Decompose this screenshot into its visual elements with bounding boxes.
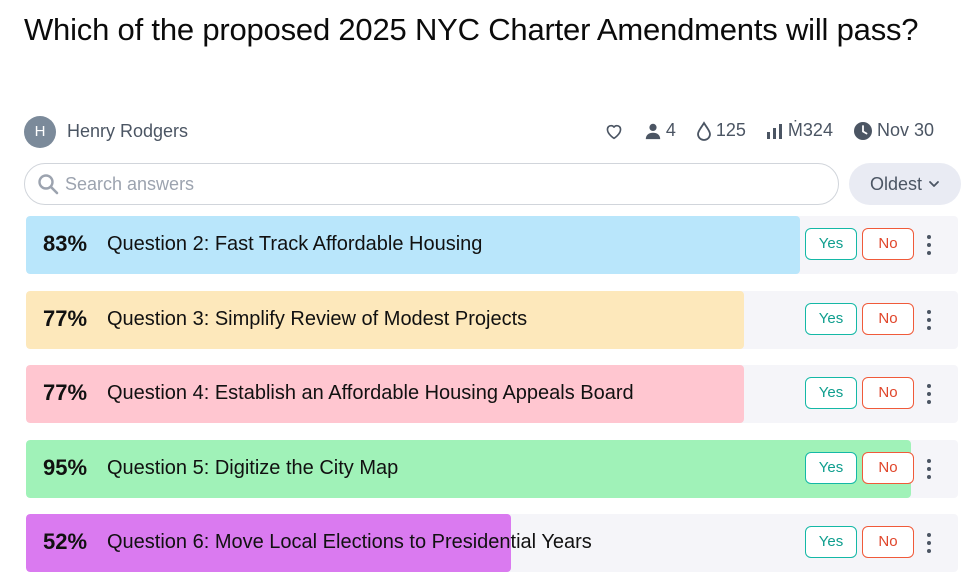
market-stats: 4 125 Ṁ324 Nov 30 <box>584 120 934 141</box>
answer-probability: 77% <box>43 305 88 331</box>
close-date-stat: Nov 30 <box>853 120 934 141</box>
answer-probability: 52% <box>43 529 88 554</box>
answer-row[interactable]: 52% Question 6: Move Local Elections to P… <box>26 514 958 572</box>
market-title: Which of the proposed 2025 NYC Charter A… <box>24 12 919 47</box>
market-meta-row: H Henry Rodgers 4 125 Ṁ324 Nov 30 <box>24 116 954 148</box>
user-icon <box>645 123 661 139</box>
bar-chart-icon <box>766 123 782 139</box>
answer-row[interactable]: 83% Question 2: Fast Track Affordable Hou… <box>26 216 958 274</box>
no-button[interactable]: No <box>862 302 914 335</box>
no-button[interactable]: No <box>862 228 914 260</box>
search-bar[interactable] <box>24 163 839 205</box>
search-input[interactable] <box>65 166 838 202</box>
more-options-icon[interactable] <box>920 531 938 555</box>
clock-icon <box>853 121 872 140</box>
answer-text: Question 5: Digitize the City Map <box>107 456 399 479</box>
yes-button[interactable]: Yes <box>805 526 857 558</box>
chevron-down-icon <box>929 181 939 187</box>
liquidity-value: 125 <box>715 120 746 140</box>
volume-stat: Ṁ324 <box>766 120 833 141</box>
yes-button[interactable]: Yes <box>805 302 857 335</box>
answer-text: Question 4: Establish an Affordable Hous… <box>107 382 634 404</box>
avatar[interactable]: H <box>24 116 56 148</box>
answer-row[interactable]: 77% Question 3: Simplify Review of Modest… <box>26 290 958 349</box>
answer-probability: 83% <box>43 231 88 256</box>
answer-probability: 77% <box>43 380 88 405</box>
no-button[interactable]: No <box>862 451 914 484</box>
more-options-icon[interactable] <box>920 382 938 406</box>
no-button[interactable]: No <box>862 377 914 409</box>
author-name[interactable]: Henry Rodgers <box>67 121 188 142</box>
answer-text: Question 2: Fast Track Affordable Housin… <box>107 233 483 255</box>
traders-count: 4 <box>665 120 676 140</box>
droplet-icon <box>696 120 711 141</box>
answer-text: Question 6: Move Local Elections to Pres… <box>107 531 592 553</box>
no-button[interactable]: No <box>862 526 914 558</box>
answer-text: Question 3: Simplify Review of Modest Pr… <box>107 307 528 330</box>
sort-label: Oldest <box>869 173 923 194</box>
search-icon <box>38 174 59 195</box>
more-options-icon[interactable] <box>920 308 938 332</box>
heart-icon <box>606 124 622 139</box>
yes-button[interactable]: Yes <box>805 451 857 484</box>
like-button[interactable] <box>604 122 624 140</box>
more-options-icon[interactable] <box>920 457 938 481</box>
traders-stat: 4 <box>644 120 676 141</box>
answer-probability: 95% <box>43 454 88 480</box>
sort-dropdown[interactable]: Oldest <box>849 163 961 205</box>
yes-button[interactable]: Yes <box>805 228 857 260</box>
yes-button[interactable]: Yes <box>805 377 857 409</box>
answer-row[interactable]: 95% Question 5: Digitize the City Map Yes N… <box>26 439 958 498</box>
answer-row[interactable]: 77% Question 4: Establish an Affordable H… <box>26 365 958 423</box>
more-options-icon[interactable] <box>920 233 938 257</box>
close-date: Nov 30 <box>876 120 934 140</box>
liquidity-stat: 125 <box>696 120 746 141</box>
volume-value: Ṁ324 <box>787 120 833 140</box>
answer-list: 83% Question 2: Fast Track Affordable Hou… <box>26 216 958 588</box>
